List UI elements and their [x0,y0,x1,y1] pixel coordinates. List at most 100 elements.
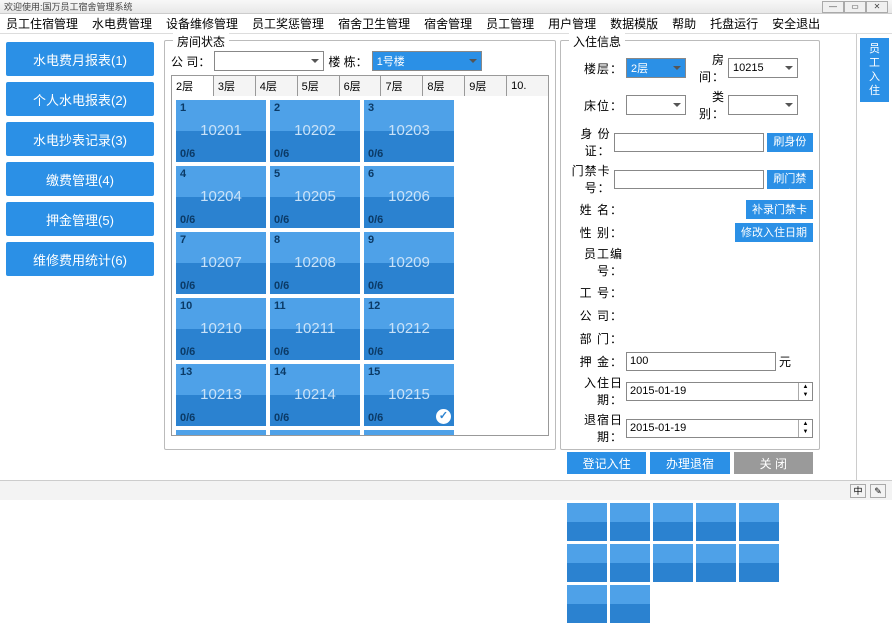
room-combo[interactable]: 10215 [728,58,798,78]
room-number: 10209 [364,254,454,271]
swipe-idcard-button[interactable]: 刷身份证 [767,133,813,152]
room-card[interactable]: 5102050/6 [270,166,360,228]
floor-tab[interactable]: 7层 [381,76,423,96]
idcard-input[interactable] [614,133,764,152]
floor-tabs: 2层 3层 4层 5层 6层 7层 8层 9层 10. [171,75,549,96]
bed-slot[interactable] [653,544,693,582]
bed-slot[interactable] [567,544,607,582]
room-card[interactable]: 4102040/6 [176,166,266,228]
doorcard-input[interactable] [614,170,764,189]
room-card[interactable]: 11102110/6 [270,298,360,360]
room-card[interactable]: 8102080/6 [270,232,360,294]
bed-slot[interactable] [610,503,650,541]
bed-slot[interactable] [567,503,607,541]
room-occupancy: 0/6 [368,412,383,424]
menu-item[interactable]: 数据模版 [610,15,658,32]
floor-tab[interactable]: 2层 [172,76,214,96]
swipe-doorcard-button[interactable]: 刷门禁卡 [767,170,813,189]
floor-tab[interactable]: 8层 [423,76,465,96]
minimize-button[interactable]: — [822,1,844,13]
company-combo[interactable] [214,51,324,71]
room-index: 7 [180,234,186,246]
nav-button[interactable]: 水电费月报表(1) [6,42,154,76]
menu-item[interactable]: 宿舍管理 [424,15,472,32]
room-card[interactable]: 7102070/6 [176,232,266,294]
room-card[interactable]: 14102140/6 [270,364,360,426]
menu-item[interactable]: 设备维修管理 [166,15,238,32]
ime-icon[interactable]: 中 [850,484,866,498]
room-card[interactable]: 6102060/6 [364,166,454,228]
bed-slot[interactable] [653,503,693,541]
floor-tab[interactable]: 3层 [214,76,256,96]
deposit-unit: 元 [779,353,791,370]
bed-slot[interactable] [610,585,650,623]
panel-title: 房间状态 [173,33,229,50]
bed-slot[interactable] [567,585,607,623]
room-card[interactable]: 2102020/6 [270,100,360,162]
menu-item[interactable]: 员工管理 [486,15,534,32]
indate-picker[interactable]: 2015-01-19▲▼ [626,382,813,401]
dept-label: 部 门： [567,330,623,347]
supplement-doorcard-button[interactable]: 补录门禁卡 [746,200,813,219]
nav-button[interactable]: 个人水电报表(2) [6,82,154,116]
checkout-button[interactable]: 办理退宿 [650,452,729,474]
room-card[interactable]: 1102010/6 [176,100,266,162]
room-occupancy: 0/6 [368,214,383,226]
floor-label: 楼层： [567,60,623,77]
employee-checkin-button[interactable]: 入住信息 员工入住 [860,38,889,102]
checkin-button[interactable]: 登记入住 [567,452,646,474]
menu-item[interactable]: 宿舍卫生管理 [338,15,410,32]
floor-combo[interactable]: 2层 [626,58,686,78]
floor-tab[interactable]: 10. [507,76,548,96]
close-button[interactable]: 关 闭 [734,452,813,474]
floor-tab[interactable]: 4层 [256,76,298,96]
floor-tab[interactable]: 5层 [298,76,340,96]
empno-label: 员工编号： [567,245,623,279]
bed-slot[interactable] [610,544,650,582]
doorcard-label: 门禁卡号： [567,162,611,196]
nav-button[interactable]: 维修费用统计(6) [6,242,154,276]
nav-button[interactable]: 押金管理(5) [6,202,154,236]
room-card-empty [270,430,360,436]
menu-item[interactable]: 安全退出 [772,15,820,32]
room-index: 10 [180,300,192,312]
deposit-input[interactable] [626,352,776,371]
room-number: 10201 [176,122,266,139]
close-window-button[interactable]: ✕ [866,1,888,13]
panel-title: 入住信息 [569,33,625,50]
menu-item[interactable]: 员工奖惩管理 [252,15,324,32]
building-combo[interactable]: 1号楼 [372,51,482,71]
bed-combo[interactable] [626,95,686,115]
edit-icon[interactable]: ✎ [870,484,886,498]
bed-slot[interactable] [739,503,779,541]
modify-checkin-date-button[interactable]: 修改入住日期 [735,223,813,242]
maximize-button[interactable]: ▭ [844,1,866,13]
menu-item[interactable]: 用户管理 [548,15,596,32]
category-combo[interactable] [728,95,798,115]
right-bar: 入住信息 员工入住 [856,34,892,480]
menu-item[interactable]: 员工住宿管理 [6,15,78,32]
room-card[interactable]: 12102120/6 [364,298,454,360]
room-card[interactable]: 15102150/6✓ [364,364,454,426]
menu-item[interactable]: 托盘运行 [710,15,758,32]
nav-button[interactable]: 缴费管理(4) [6,162,154,196]
outdate-picker[interactable]: 2015-01-19▲▼ [626,419,813,438]
bed-slot[interactable] [696,544,736,582]
room-card[interactable]: 10102100/6 [176,298,266,360]
room-card[interactable]: 9 10209 0/6 [364,232,454,294]
bed-slot[interactable] [696,503,736,541]
room-occupancy: 0/6 [368,280,383,292]
room-index: 9 [368,234,374,246]
room-card[interactable]: 3102030/6 [364,100,454,162]
floor-tab[interactable]: 6层 [340,76,382,96]
menu-item[interactable]: 水电费管理 [92,15,152,32]
bed-slot[interactable] [739,544,779,582]
room-number: 10211 [270,320,360,337]
bed-label: 床位： [567,97,623,114]
floor-tab[interactable]: 9层 [465,76,507,96]
room-number: 10212 [364,320,454,337]
room-card[interactable]: 13102130/6 [176,364,266,426]
left-nav: 水电费月报表(1) 个人水电报表(2) 水电抄表记录(3) 缴费管理(4) 押金… [0,34,160,480]
nav-button[interactable]: 水电抄表记录(3) [6,122,154,156]
menu-item[interactable]: 帮助 [672,15,696,32]
